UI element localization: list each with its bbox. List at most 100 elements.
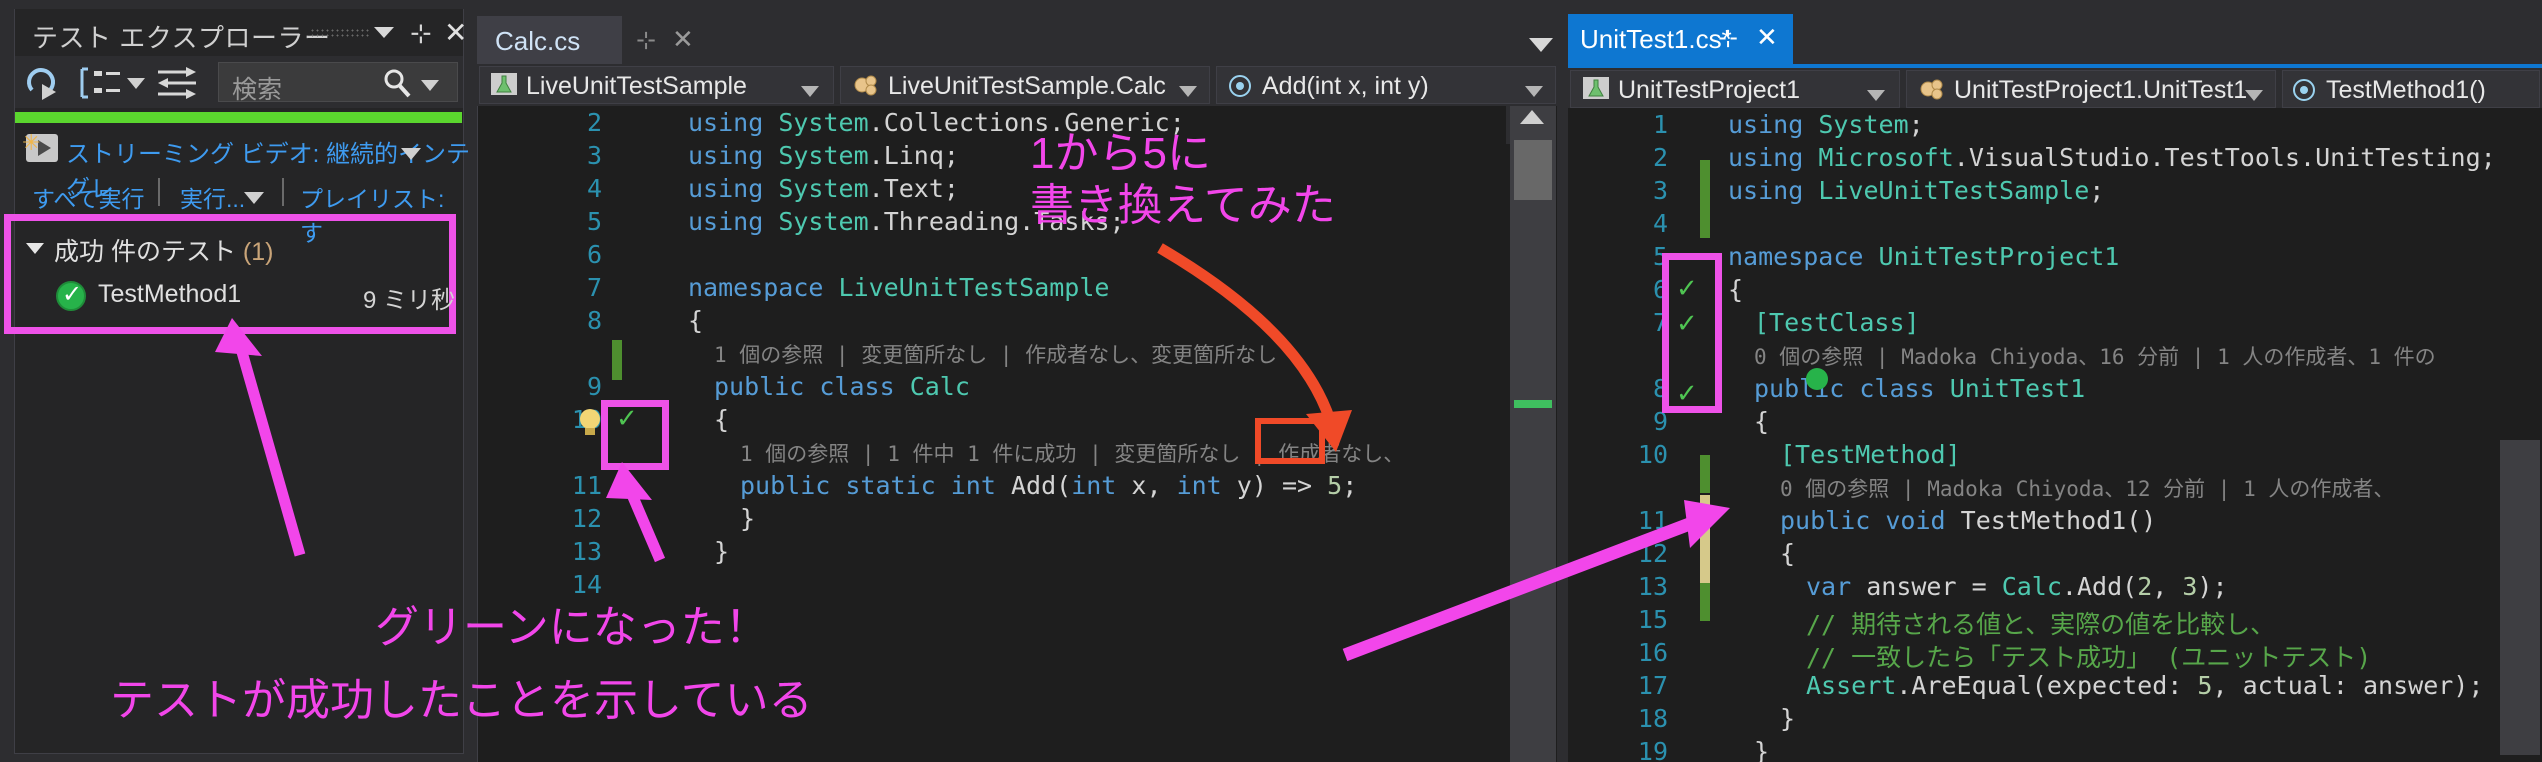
code-line[interactable]: public class Calc xyxy=(714,372,970,401)
run-all-link[interactable]: すべて実行 xyxy=(32,180,144,214)
code-line[interactable]: // 一致したら「テスト成功」 (ユニットテスト) xyxy=(1806,638,2371,674)
chevron-down-icon[interactable] xyxy=(1178,84,1198,98)
code-line[interactable]: } xyxy=(740,504,755,533)
scroll-up-arrow-icon[interactable] xyxy=(1520,110,1544,124)
code-line[interactable]: using System.Linq; xyxy=(688,141,959,170)
line-number: 13 xyxy=(1637,572,1668,601)
line-number: 6 xyxy=(586,240,602,269)
run-link[interactable]: 実行... xyxy=(180,180,245,214)
code-line[interactable]: { xyxy=(1728,275,1743,304)
code-line[interactable]: var answer = Calc.Add(2, 3); xyxy=(1806,572,2228,601)
nav-project-label: LiveUnitTestSample xyxy=(526,72,747,100)
vertical-scrollbar[interactable] xyxy=(1510,106,1556,762)
group-by-icon[interactable] xyxy=(78,66,120,100)
code-line[interactable]: public class UnitTest1 xyxy=(1754,374,2085,403)
chevron-down-icon[interactable] xyxy=(400,146,422,161)
changed-value-highlight-box xyxy=(1255,418,1325,464)
change-bar-green xyxy=(1700,160,1710,238)
code-line[interactable]: using LiveUnitTestSample; xyxy=(1728,176,2104,205)
test-passed-check-glyph: ✓ xyxy=(62,281,83,308)
line-number: 4 xyxy=(586,174,602,203)
line-number: 18 xyxy=(1637,704,1668,733)
class-icon xyxy=(1920,79,1943,100)
csharp-project-icon xyxy=(491,73,517,95)
code-line[interactable]: using System; xyxy=(1728,110,1924,139)
line-number: 11 xyxy=(1637,506,1668,535)
code-line[interactable]: 0 個の参照 | Madoka Chiyoda、12 分前 | 1 人の作成者、 xyxy=(1780,473,2394,503)
toolbar-divider xyxy=(158,178,160,206)
chevron-down-icon[interactable] xyxy=(800,84,820,98)
test-group-label: 成功 件のテスト xyxy=(54,238,236,266)
method-icon xyxy=(2293,79,2315,101)
line-number: 2 xyxy=(1652,143,1668,172)
code-line[interactable]: Assert.AreEqual(expected: 5, actual: ans… xyxy=(1806,671,2483,700)
chevron-down-icon[interactable] xyxy=(126,76,146,90)
code-line[interactable]: [TestClass] xyxy=(1754,308,1920,337)
code-line[interactable]: { xyxy=(714,405,729,434)
code-line[interactable]: } xyxy=(1780,704,1795,733)
code-line[interactable]: using System.Text; xyxy=(688,174,959,203)
chevron-down-icon[interactable] xyxy=(1528,36,1554,53)
chevron-down-icon[interactable] xyxy=(1866,88,1886,102)
change-bar-green xyxy=(612,340,622,380)
annotation-test-succeeded: テストが成功したことを示している xyxy=(110,676,813,725)
code-line[interactable]: public void TestMethod1() xyxy=(1780,506,2156,535)
test-group-header[interactable]: 成功 件のテスト (1) xyxy=(54,232,273,268)
test-passed-icon xyxy=(1806,368,1828,390)
change-bar-green xyxy=(1700,455,1710,493)
csharp-project-icon xyxy=(1583,77,1609,99)
test-name: TestMethod1 xyxy=(98,280,242,308)
code-line[interactable]: 0 個の参照 | Madoka Chiyoda、16 分前 | 1 人の作成者、… xyxy=(1754,341,2436,371)
close-icon[interactable]: ✕ xyxy=(672,24,694,55)
line-number: 12 xyxy=(1637,539,1668,568)
code-line[interactable]: namespace LiveUnitTestSample xyxy=(688,273,1109,302)
pin-icon[interactable]: ⊹ xyxy=(636,26,656,55)
chevron-down-icon[interactable] xyxy=(1524,84,1544,98)
line-number: 6 xyxy=(1652,275,1668,304)
line-number: 5 xyxy=(1652,242,1668,271)
chevron-down-icon[interactable] xyxy=(372,24,396,40)
toolbar-divider xyxy=(282,178,284,206)
close-icon[interactable]: ✕ xyxy=(1756,22,1778,53)
line-number: 4 xyxy=(1652,209,1668,238)
code-line[interactable]: // 期待される値と、実際の値を比較し、 xyxy=(1806,605,2275,641)
line-number: 8 xyxy=(586,306,602,335)
method-icon xyxy=(1229,75,1251,97)
line-number: 19 xyxy=(1637,737,1668,762)
code-line[interactable]: namespace UnitTestProject1 xyxy=(1728,242,2119,271)
code-line[interactable]: } xyxy=(1754,737,1769,762)
line-number: 3 xyxy=(586,141,602,170)
code-line[interactable]: public static int Add(int x, int y) => 5… xyxy=(740,471,1357,500)
nav-project-label: UnitTestProject1 xyxy=(1618,76,1801,104)
line-number: 7 xyxy=(1652,308,1668,337)
code-line[interactable]: { xyxy=(1780,539,1795,568)
tab-label: Calc.cs xyxy=(495,26,581,56)
nav-member-label: Add(int x, int y) xyxy=(1262,72,1429,100)
panel-drag-grip[interactable] xyxy=(310,28,370,38)
test-status-progress-bar xyxy=(15,112,462,123)
code-line[interactable]: { xyxy=(688,306,703,335)
code-line[interactable]: [TestMethod] xyxy=(1780,440,1961,469)
chevron-down-icon[interactable] xyxy=(420,78,440,92)
close-icon[interactable]: ✕ xyxy=(444,16,467,49)
triangle-down-icon[interactable] xyxy=(26,243,44,254)
line-number: 10 xyxy=(1637,440,1668,469)
search-placeholder: 検索 xyxy=(232,76,283,104)
active-tab-underline xyxy=(1568,64,2542,68)
tab-label: UnitTest1.cs* xyxy=(1580,24,1732,54)
pin-icon[interactable]: ⊹ xyxy=(410,18,432,49)
sort-order-icon[interactable] xyxy=(156,66,198,100)
scrollbar-thumb[interactable] xyxy=(1514,140,1552,200)
chevron-down-icon[interactable] xyxy=(2244,88,2264,102)
search-icon[interactable] xyxy=(382,68,412,98)
line-number: 13 xyxy=(571,537,602,566)
code-line[interactable]: 1 個の参照 | 変更箇所なし | 作成者なし、変更箇所なし xyxy=(714,339,1277,369)
code-line[interactable]: } xyxy=(714,537,729,566)
vertical-scrollbar[interactable] xyxy=(2500,440,2540,755)
code-line[interactable]: using Microsoft.VisualStudio.TestTools.U… xyxy=(1728,143,2496,172)
code-line[interactable]: { xyxy=(1754,407,1769,436)
rerun-failed-icon[interactable] xyxy=(26,66,64,100)
line-number: 1 xyxy=(1652,110,1668,139)
pin-icon[interactable]: ⊹ xyxy=(1718,24,1738,53)
chevron-down-icon[interactable] xyxy=(243,190,265,205)
